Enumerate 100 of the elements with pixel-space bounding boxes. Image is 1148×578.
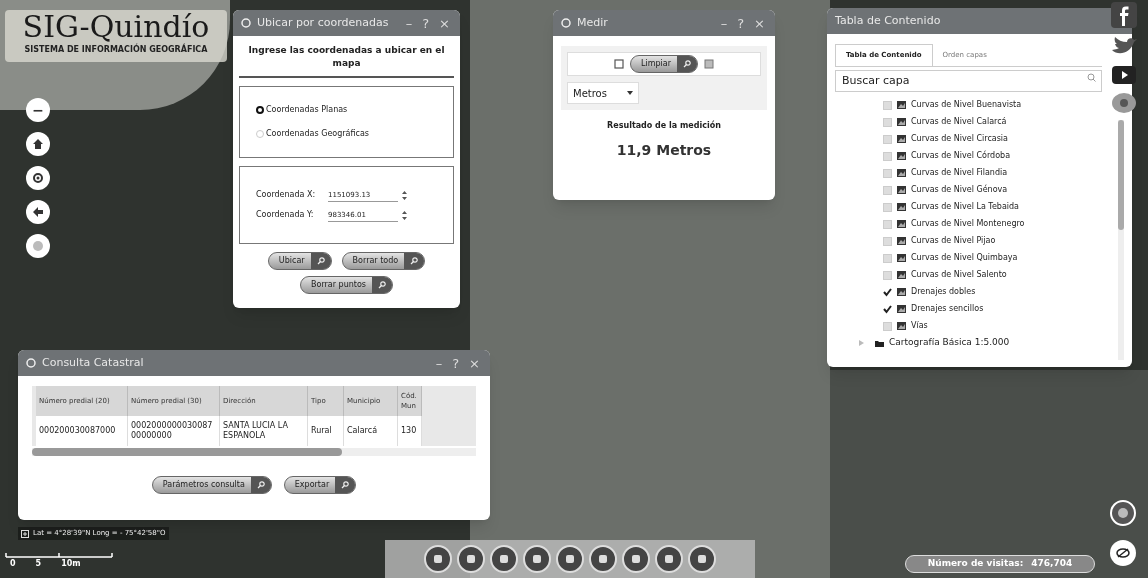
radio-button[interactable] — [256, 106, 264, 114]
crossed-eye-icon — [1116, 548, 1130, 558]
field-label: Coordenada Y: — [256, 209, 315, 221]
field-label: Coordenada X: — [256, 189, 317, 201]
pill-button[interactable]: Parámetros consulta — [151, 476, 272, 494]
image-layer-icon — [897, 322, 906, 330]
layer-label[interactable]: Curvas de Nivel Génova — [911, 184, 1008, 196]
search-icon — [1087, 73, 1096, 82]
plus-box-icon — [21, 529, 29, 538]
window-control[interactable]: ? — [420, 16, 432, 30]
image-layer-icon — [897, 101, 906, 109]
measurement-result: 11,9 Metros — [615, 141, 713, 160]
instruction-text: Ingrese las coordenadas a ubicar en el mapa — [239, 44, 454, 78]
folder-label[interactable]: Cartografía Básica 1:5.000 — [889, 336, 1010, 350]
toolbar-button[interactable] — [457, 545, 485, 573]
window-control[interactable]: × — [752, 16, 767, 30]
unit-dropdown[interactable]: Metros — [567, 82, 639, 104]
scale-label: 0 — [10, 558, 16, 570]
scale-bar-icon — [4, 552, 114, 558]
toolbar-button[interactable] — [622, 545, 650, 573]
scale-label: 10m — [61, 558, 81, 570]
visits-label: Número de visitas: — [927, 557, 1024, 571]
window-control[interactable]: ? — [735, 16, 747, 30]
radio-label: Coordenadas Planas — [266, 104, 348, 116]
layer-label[interactable]: Curvas de Nivel Montenegro — [911, 218, 1025, 230]
scrollbar-thumb[interactable] — [1118, 120, 1124, 230]
home-icon — [32, 138, 44, 150]
search-field[interactable]: Buscar capa — [835, 69, 1102, 92]
image-layer-icon — [897, 220, 906, 228]
image-layer-icon — [897, 271, 906, 279]
ring-icon — [561, 18, 571, 28]
spinner-arrows-icon — [402, 210, 407, 220]
target-icon — [241, 18, 251, 28]
pill-button[interactable]: Ubicar — [267, 252, 332, 270]
magnifier-icon — [316, 257, 325, 265]
window-control[interactable]: – — [433, 356, 445, 370]
window-title: Medir — [577, 14, 609, 31]
toolbar-button[interactable] — [490, 545, 518, 573]
pill-button[interactable]: Borrar puntos — [300, 276, 393, 294]
dropdown-arrow-icon — [627, 91, 633, 95]
spinner-arrows-icon — [402, 190, 407, 200]
window-control[interactable]: ? — [450, 356, 462, 370]
layer-label[interactable]: Curvas de Nivel La Tebaida — [911, 201, 1019, 213]
window-control[interactable]: × — [437, 16, 452, 30]
layer-label[interactable]: Curvas de Nivel Pijao — [911, 235, 996, 247]
facebook-icon — [1111, 2, 1137, 28]
checkbox[interactable] — [883, 287, 892, 297]
area-tool-icon — [614, 59, 624, 69]
toolbar-button[interactable] — [556, 545, 584, 573]
magnifier-icon — [683, 60, 691, 68]
toolbar-button[interactable] — [688, 545, 716, 573]
scrollbar-thumb[interactable] — [32, 448, 342, 456]
window-title: Tabla de Contenido — [835, 12, 942, 29]
image-layer-icon — [897, 237, 906, 245]
visits-count: 476,704 — [1031, 557, 1073, 571]
pill-button[interactable]: Limpiar — [630, 55, 698, 73]
layer-label[interactable]: Vías — [911, 320, 928, 332]
result-label: Resultado de la medición — [606, 120, 722, 132]
window-control[interactable]: – — [718, 16, 730, 30]
layer-label[interactable]: Curvas de Nivel Salento — [911, 269, 1007, 281]
image-layer-icon — [897, 186, 906, 194]
table-cell: Calarcá — [344, 416, 398, 446]
layer-label[interactable]: Curvas de Nivel Calarcá — [911, 116, 1007, 128]
toolbar-button[interactable] — [424, 545, 452, 573]
target-icon — [32, 172, 44, 184]
window-control[interactable]: × — [467, 356, 482, 370]
magnifier-icon — [256, 481, 265, 489]
table-cell: 130 — [398, 416, 422, 446]
layer-label[interactable]: Curvas de Nivel Circasia — [911, 133, 1008, 145]
magnifier-icon — [341, 481, 350, 489]
layer-label[interactable]: Drenajes sencillos — [911, 303, 984, 315]
checkbox[interactable] — [883, 304, 892, 314]
table-cell: Rural — [308, 416, 344, 446]
pill-button[interactable]: Exportar — [283, 476, 357, 494]
radio-label: Coordenadas Geográficas — [266, 128, 369, 140]
image-layer-icon — [897, 288, 906, 296]
layer-label[interactable]: Curvas de Nivel Córdoba — [911, 150, 1011, 162]
layer-label[interactable]: Drenajes dobles — [911, 286, 976, 298]
image-layer-icon — [897, 169, 906, 177]
layer-label[interactable]: Curvas de Nivel Buenavista — [911, 99, 1022, 111]
pill-button[interactable]: Borrar todo — [341, 252, 426, 270]
toolbar-button[interactable] — [523, 545, 551, 573]
layer-label[interactable]: Curvas de Nivel Quimbaya — [911, 252, 1018, 264]
image-layer-icon — [897, 203, 906, 211]
table-cell: 000200000003008700000000 — [128, 416, 220, 446]
table-cell: 000200030087000 — [36, 416, 128, 446]
window-title: Ubicar por coordenadas — [257, 14, 390, 31]
magnifier-icon — [378, 281, 386, 289]
image-layer-icon — [897, 135, 906, 143]
image-layer-icon — [897, 305, 906, 313]
back-arrow-icon — [32, 206, 44, 218]
scale-label: 5 — [35, 558, 42, 570]
toolbar-button[interactable] — [655, 545, 683, 573]
window-control[interactable]: – — [403, 16, 415, 30]
logo-title: SIG-Quindío — [22, 10, 210, 44]
layer-label[interactable]: Curvas de Nivel Filandia — [911, 167, 1008, 179]
logo-subtitle: SISTEMA DE INFORMACIÓN GEOGRÁFICA — [24, 44, 208, 56]
toolbar-button[interactable] — [589, 545, 617, 573]
distance-tool-icon — [704, 59, 714, 69]
image-layer-icon — [897, 254, 906, 262]
